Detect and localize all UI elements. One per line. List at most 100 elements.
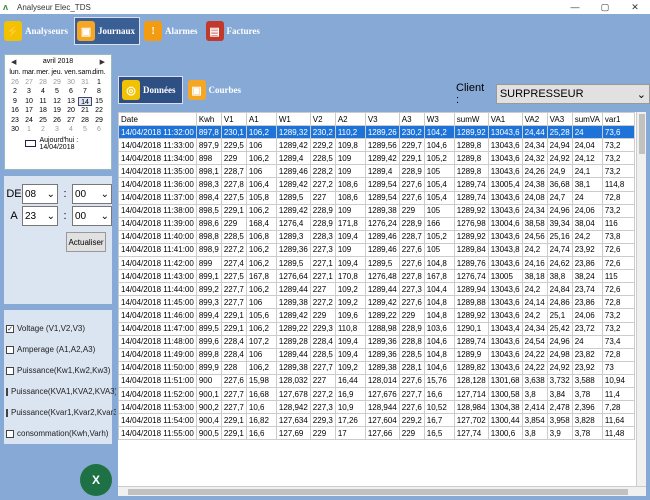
calendar-day[interactable]: 4	[64, 125, 78, 135]
table-row[interactable]: 14/04/2018 11:49:00 899,8 228,4 106 1289,44 2…	[118, 347, 635, 362]
calendar-day[interactable]: 13	[64, 97, 78, 107]
calendar-day[interactable]: 6	[64, 87, 78, 97]
calendar-day[interactable]: 30	[64, 78, 78, 88]
minimize-icon[interactable]: —	[560, 0, 590, 14]
calendar-day[interactable]: 31	[78, 78, 92, 88]
calendar-day[interactable]: 3	[50, 125, 64, 135]
calendar-day[interactable]: 11	[36, 97, 50, 107]
vertical-scrollbar[interactable]	[636, 112, 646, 486]
prev-month-icon[interactable]: ◀	[11, 58, 16, 66]
horizontal-scrollbar[interactable]	[118, 486, 646, 496]
calendar-day[interactable]: 21	[78, 106, 92, 116]
menu-alarm[interactable]: ! Alarmes	[142, 17, 202, 45]
client-select[interactable]: SURPRESSEUR ⌄	[495, 84, 650, 104]
maximize-icon[interactable]: ▢	[590, 0, 620, 14]
calendar-day[interactable]: 27	[64, 116, 78, 126]
calendar-day[interactable]: 10	[22, 97, 36, 107]
from-hour-select[interactable]: 08 ⌄	[22, 184, 58, 204]
table-row[interactable]: 14/04/2018 11:53:00 900,2 227,7 10,6 128,942…	[118, 400, 635, 415]
menu-analyzer[interactable]: ⚡ Analyseurs	[2, 17, 72, 45]
table-row[interactable]: 14/04/2018 11:35:00 898,1 228,7 106 1289,46 2…	[118, 164, 635, 179]
scroll-thumb[interactable]	[128, 489, 628, 495]
calendar-day[interactable]: 8	[92, 87, 106, 97]
filter-option[interactable]: Puissance(KVA1,KVA2,KVA3)	[4, 381, 117, 402]
column-header[interactable]: Kwh	[195, 112, 222, 127]
table-row[interactable]: 14/04/2018 11:40:00 898,8 228,5 106,8 1289,3…	[118, 229, 635, 244]
calendar-day[interactable]: 1	[22, 125, 36, 135]
checkbox[interactable]	[6, 408, 8, 417]
date-calendar[interactable]: ◀ avril 2018 ▶ lun. mar. mer. jeu. ven. sam. d…	[4, 54, 112, 170]
calendar-day[interactable]: 27	[22, 78, 36, 88]
column-header[interactable]: A1	[245, 112, 277, 127]
table-row[interactable]: 14/04/2018 11:51:00 900 227,6 15,98 128,032 2…	[118, 373, 635, 388]
calendar-today[interactable]: Aujourd'hui : 14/04/2018	[5, 137, 111, 151]
close-icon[interactable]: ✕	[620, 0, 650, 14]
table-row[interactable]: 14/04/2018 11:45:00 899,3 227,7 106 1289,38 2…	[118, 295, 635, 310]
table-row[interactable]: 14/04/2018 11:36:00 898,3 227,8 106,4 1289,4…	[118, 177, 635, 192]
column-header[interactable]: sumW	[453, 112, 489, 127]
table-row[interactable]: 14/04/2018 11:52:00 900,1 227,7 16,68 127,67…	[118, 386, 635, 402]
calendar-day[interactable]: 12	[50, 97, 64, 107]
calendar-day[interactable]: 7	[78, 87, 92, 97]
column-header[interactable]: A2	[334, 112, 366, 127]
calendar-day[interactable]: 5	[50, 87, 64, 97]
table-row[interactable]: 14/04/2018 11:33:00 897,9 229,5 106 1289,42 2…	[118, 138, 635, 153]
calendar-day[interactable]: 29	[92, 116, 106, 126]
table-row[interactable]: 14/04/2018 11:34:00 898 229 106,2 1289,4 228,…	[118, 151, 635, 166]
calendar-day[interactable]: 18	[36, 106, 50, 116]
calendar-day[interactable]: 25	[36, 116, 50, 126]
table-row[interactable]: 14/04/2018 11:39:00 898,6 229 168,4 1276,4 22…	[118, 216, 635, 231]
column-header[interactable]: var1	[601, 112, 635, 127]
calendar-day[interactable]: 6	[92, 125, 106, 135]
column-header[interactable]: VA3	[546, 112, 573, 127]
calendar-day[interactable]: 28	[78, 116, 92, 126]
from-minute-select[interactable]: 00 ⌄	[72, 184, 112, 204]
calendar-day[interactable]: 15	[92, 97, 106, 107]
calendar-day[interactable]: 26	[8, 78, 22, 88]
column-header[interactable]: VA2	[521, 112, 548, 127]
calendar-day[interactable]: 2	[8, 87, 22, 97]
table-row[interactable]: 14/04/2018 11:38:00 898,5 229,1 106,2 1289,4…	[118, 203, 635, 218]
filter-option[interactable]: Puissance(Kw1,Kw2,Kw3)	[4, 360, 112, 381]
calendar-day[interactable]: 28	[36, 78, 50, 88]
calendar-day[interactable]: 22	[92, 106, 106, 116]
menu-invoice[interactable]: ▤ Factures	[204, 17, 264, 45]
table-row[interactable]: 14/04/2018 11:48:00 899,6 228,4 107,2 1289,2…	[118, 334, 635, 349]
excel-export-button[interactable]: X	[80, 464, 112, 496]
column-header[interactable]: Date	[118, 112, 197, 127]
table-row[interactable]: 14/04/2018 11:55:00 900,5 229,1 16,6 127,69 2…	[118, 426, 635, 441]
checkbox[interactable]	[6, 387, 8, 396]
column-header[interactable]: V3	[364, 112, 400, 127]
table-row[interactable]: 14/04/2018 11:41:00 898,9 227,2 106,2 1289,3…	[118, 242, 635, 258]
calendar-day[interactable]: 24	[22, 116, 36, 126]
filter-option[interactable]: ✓ Voltage (V1,V2,V3)	[4, 318, 112, 339]
table-row[interactable]: 14/04/2018 11:46:00 899,4 229,1 105,6 1289,4…	[118, 308, 635, 323]
checkbox[interactable]	[6, 366, 14, 375]
refresh-button[interactable]: Actualiser	[66, 232, 106, 252]
table-row[interactable]: 14/04/2018 11:47:00 899,5 229,1 106,2 1289,2…	[118, 321, 635, 336]
calendar-day[interactable]: 1	[92, 78, 106, 88]
filter-option[interactable]: consommation(Kwh,Varh)	[4, 423, 112, 444]
tab-courbes[interactable]: ▣ Courbes	[185, 76, 248, 104]
tab-donnees[interactable]: ◎ Données	[118, 76, 183, 104]
table-row[interactable]: 14/04/2018 11:43:00 899,1 227,5 167,8 1276,6…	[118, 269, 635, 284]
to-minute-select[interactable]: 00 ⌄	[72, 206, 112, 226]
column-header[interactable]: sumVA	[571, 112, 603, 127]
filter-option[interactable]: Amperage (A1,A2,A3)	[4, 339, 112, 360]
calendar-day[interactable]: 5	[78, 125, 92, 135]
column-header[interactable]: W1	[275, 112, 311, 127]
filter-option[interactable]: Puissance(Kvar1,Kvar2,Kvar3)	[4, 402, 120, 423]
column-header[interactable]: VA1	[487, 112, 523, 127]
to-hour-select[interactable]: 23 ⌄	[22, 206, 58, 226]
calendar-day[interactable]: 26	[50, 116, 64, 126]
calendar-day[interactable]: 19	[50, 106, 64, 116]
calendar-day[interactable]: 17	[22, 106, 36, 116]
calendar-day[interactable]: 30	[8, 125, 22, 135]
calendar-day[interactable]: 14	[78, 96, 92, 106]
checkbox[interactable]: ✓	[6, 324, 14, 333]
table-row[interactable]: 14/04/2018 11:44:00 899,2 227,7 106,2 1289,4…	[118, 282, 635, 297]
checkbox[interactable]	[6, 345, 14, 354]
calendar-day[interactable]: 3	[22, 87, 36, 97]
calendar-day[interactable]: 20	[64, 106, 78, 116]
column-header[interactable]: V2	[309, 112, 336, 127]
